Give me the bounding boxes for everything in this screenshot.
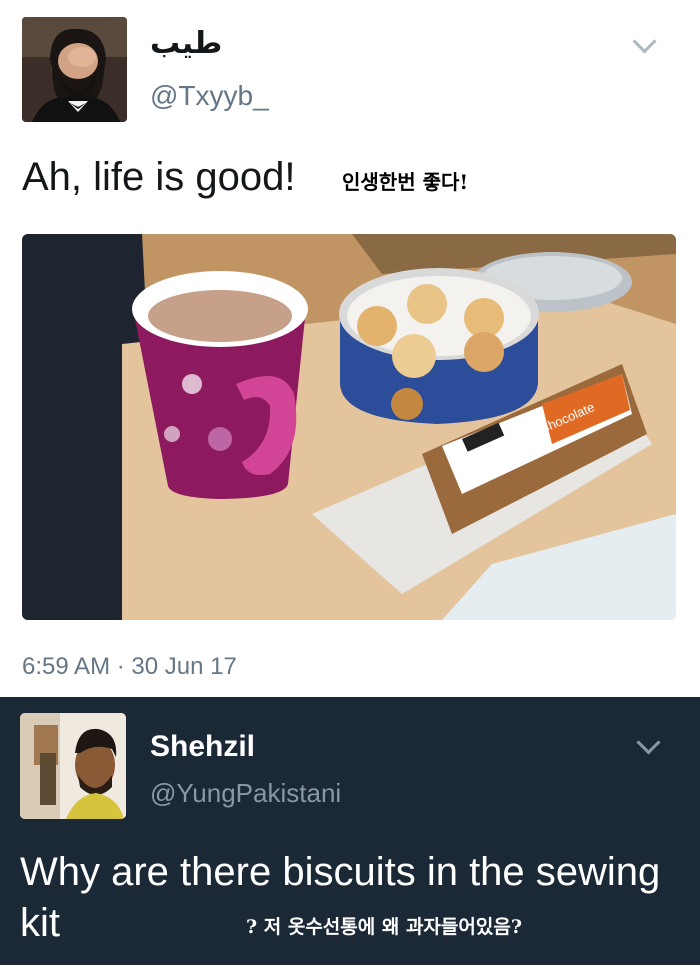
- avatar[interactable]: [20, 713, 126, 819]
- tweet-text: Ah, life is good!: [22, 155, 296, 199]
- avatar[interactable]: [22, 17, 127, 122]
- tweet-timestamp[interactable]: 6:59 AM · 30 Jun 17: [22, 653, 237, 681]
- user-handle[interactable]: @YungPakistani: [150, 778, 341, 809]
- display-name[interactable]: طيب: [150, 26, 222, 61]
- chevron-down-icon[interactable]: [632, 29, 657, 54]
- translation-caption: ? 저 옷수선통에 왜 과자들어있음?: [246, 916, 522, 938]
- user-handle[interactable]: @Txyyb_: [150, 80, 269, 112]
- tweet-photo[interactable]: Chocolate: [22, 234, 676, 620]
- display-name[interactable]: Shehzil: [150, 730, 255, 764]
- translation-caption: 인생한번 좋다!: [342, 170, 469, 194]
- chevron-down-icon[interactable]: [636, 730, 661, 755]
- reply-tweet: Shehzil @YungPakistani Why are there bis…: [0, 697, 700, 965]
- original-tweet: طيب @Txyyb_ Ah, life is good! 인생한번 좋다! C…: [0, 0, 700, 697]
